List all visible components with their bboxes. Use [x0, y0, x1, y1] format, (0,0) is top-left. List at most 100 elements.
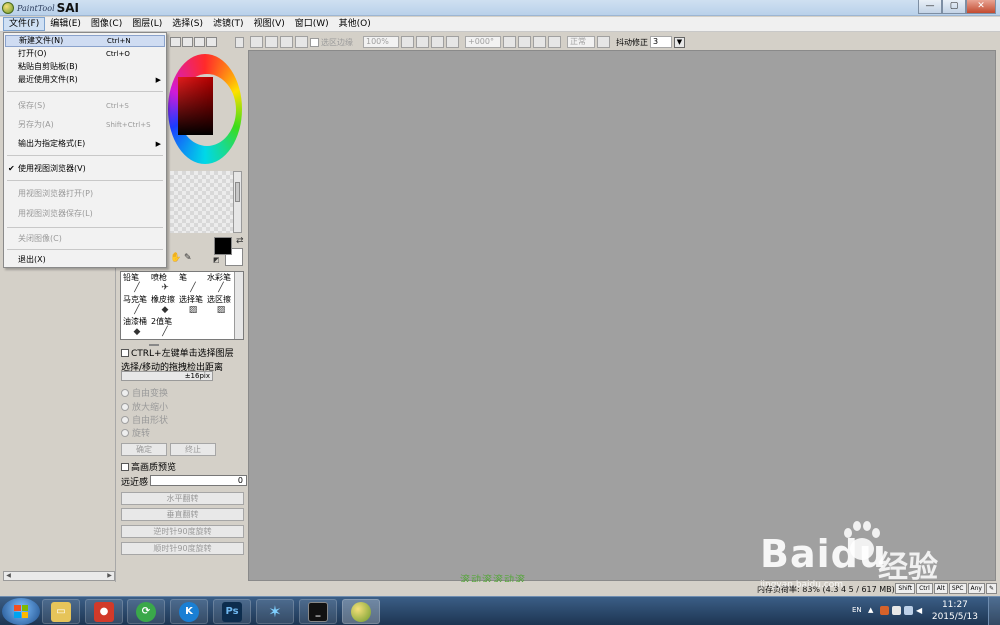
- taskbar-app-game[interactable]: ●: [85, 599, 123, 624]
- taskbar-app-explorer[interactable]: ▭: [42, 599, 80, 624]
- perspective-field[interactable]: 0: [150, 475, 247, 486]
- zoom-out-button[interactable]: [401, 36, 414, 48]
- saturation-value-square[interactable]: [178, 77, 213, 135]
- menu-viewer-save[interactable]: 用视图浏览器保存(L): [5, 208, 165, 220]
- zoom-reset-button[interactable]: [431, 36, 444, 48]
- maximize-button[interactable]: ▢: [942, 0, 966, 14]
- cancel-button[interactable]: 终止: [170, 443, 216, 456]
- hq-preview-option[interactable]: 高画质预览: [121, 460, 176, 473]
- angle-field[interactable]: +000°: [465, 36, 501, 48]
- tool-airbrush[interactable]: 喷枪 ✈: [151, 273, 179, 294]
- tool-eraser[interactable]: 橡皮擦 ◆: [151, 295, 179, 316]
- toolbar-button[interactable]: [265, 36, 278, 48]
- tool-brush[interactable]: 笔 ╱: [179, 273, 207, 294]
- rotate-ccw-button[interactable]: 逆时针90度旋转: [121, 525, 244, 538]
- language-indicator[interactable]: EN: [852, 606, 862, 614]
- tool-pencil[interactable]: 铅笔 ╱: [123, 273, 151, 294]
- taskbar-app-terminal[interactable]: _: [299, 599, 337, 624]
- navigator-scrollbar[interactable]: ◀ ▶: [3, 571, 115, 581]
- checkbox[interactable]: [121, 463, 129, 471]
- scratchpad-scrollbar[interactable]: [233, 171, 242, 233]
- rotate-cw-button[interactable]: 顺时针90度旋转: [121, 542, 244, 555]
- taskbar-app-star[interactable]: ✶: [256, 599, 294, 624]
- toolbar-button[interactable]: [280, 36, 293, 48]
- tool-watercolor[interactable]: 水彩笔 ╱: [207, 273, 235, 294]
- rotate-reset-button[interactable]: [533, 36, 546, 48]
- color-panel-toggle[interactable]: [235, 37, 244, 48]
- minimize-button[interactable]: —: [918, 0, 942, 14]
- taskbar-app-sai[interactable]: [342, 599, 380, 624]
- scale-radio[interactable]: 放大缩小: [121, 400, 168, 413]
- zoom-field[interactable]: 100%: [363, 36, 399, 48]
- taskbar-app-kugou[interactable]: K: [170, 599, 208, 624]
- start-button[interactable]: [2, 598, 40, 625]
- tool-select-pen[interactable]: 选择笔 ▨: [179, 295, 207, 316]
- rotate-right-button[interactable]: [518, 36, 531, 48]
- menu-exit[interactable]: 退出(X): [5, 254, 165, 266]
- menu-image[interactable]: 图像(C): [86, 17, 127, 31]
- palette-tab[interactable]: [206, 37, 217, 47]
- menu-file[interactable]: 文件(F): [3, 17, 46, 31]
- eyedropper-icon[interactable]: ✎: [184, 253, 192, 263]
- menu-layer[interactable]: 图层(L): [127, 17, 167, 31]
- zoom-in-button[interactable]: [416, 36, 429, 48]
- chevron-down-icon[interactable]: ▼: [674, 36, 685, 48]
- swatch-scratchpad[interactable]: [170, 171, 235, 233]
- close-button[interactable]: ✕: [966, 0, 996, 14]
- stabilizer-field[interactable]: 3: [650, 36, 672, 48]
- toolbar-button[interactable]: [295, 36, 308, 48]
- canvas-area[interactable]: [248, 50, 996, 581]
- zoom-fit-button[interactable]: [446, 36, 459, 48]
- tool-select-eraser[interactable]: 选区擦 ▨: [207, 295, 235, 316]
- swap-colors-icon[interactable]: ⇄: [236, 236, 244, 246]
- clock[interactable]: 11:27 2015/5/13: [932, 599, 978, 623]
- toolbar-button[interactable]: [250, 36, 263, 48]
- show-desktop-button[interactable]: [988, 597, 1000, 625]
- menu-recent-files[interactable]: 最近使用文件(R) ▶: [5, 74, 165, 86]
- tool-marker[interactable]: 马克笔 ╱: [123, 295, 151, 316]
- tool-grid-scrollbar[interactable]: [234, 272, 243, 339]
- hsv-slider-tab[interactable]: [194, 37, 205, 47]
- menu-close-image[interactable]: 关闭图像(C): [5, 233, 165, 245]
- network-icon[interactable]: [904, 606, 913, 615]
- menu-paste-clipboard[interactable]: 粘贴自剪贴板(B): [5, 61, 165, 73]
- rotate-left-button[interactable]: [503, 36, 516, 48]
- flip-vertical-button[interactable]: 垂直翻转: [121, 508, 244, 521]
- taskbar-app-photoshop[interactable]: Ps: [213, 599, 251, 624]
- tray-app-icon[interactable]: [880, 606, 889, 615]
- free-transform-radio[interactable]: 自由变换: [121, 386, 168, 399]
- menu-save-as[interactable]: 另存为(A) Shift+Ctrl+S: [5, 119, 165, 131]
- menu-edit[interactable]: 编辑(E): [45, 17, 86, 31]
- free-shape-radio[interactable]: 自由形状: [121, 413, 168, 426]
- flag-icon[interactable]: [892, 606, 901, 615]
- menu-filter[interactable]: 滤镜(T): [208, 17, 249, 31]
- hand-icon[interactable]: ✋: [170, 253, 181, 263]
- taskbar-app-browser[interactable]: ⟳: [127, 599, 165, 624]
- menu-open[interactable]: 打开(O) Ctrl+O: [5, 48, 165, 60]
- color-wheel-tab[interactable]: [170, 37, 181, 47]
- tool-bucket[interactable]: 油漆桶 ◆: [123, 317, 151, 338]
- ctrl-select-layer-option[interactable]: CTRL+左键单击选择图层: [121, 346, 234, 359]
- tray-up-arrow-icon[interactable]: ▲: [868, 606, 877, 615]
- menu-export[interactable]: 输出为指定格式(E) ▶: [5, 138, 165, 150]
- antialias-checkbox[interactable]: [310, 37, 319, 47]
- menu-viewer-open[interactable]: 用视图浏览器打开(P): [5, 188, 165, 200]
- scroll-right-icon[interactable]: ▶: [105, 572, 114, 580]
- rgb-slider-tab[interactable]: [182, 37, 193, 47]
- volume-icon[interactable]: ◀: [916, 606, 925, 615]
- menu-window[interactable]: 窗口(W): [290, 17, 334, 31]
- menu-view[interactable]: 视图(V): [249, 17, 290, 31]
- flip-button[interactable]: [548, 36, 561, 48]
- rotate-radio[interactable]: 旋转: [121, 426, 150, 439]
- foreground-color-swatch[interactable]: [214, 237, 232, 255]
- menu-new-file[interactable]: 新建文件(N) Ctrl+N: [5, 35, 165, 47]
- menu-save[interactable]: 保存(S) Ctrl+S: [5, 100, 165, 112]
- reset-colors-icon[interactable]: ◩: [213, 256, 220, 264]
- tool-binary-pen[interactable]: 2值笔 ╱: [151, 317, 179, 338]
- menu-other[interactable]: 其他(O): [334, 17, 376, 31]
- blend-mode-field[interactable]: 正常: [567, 36, 595, 48]
- menu-use-viewer[interactable]: ✔ 使用视图浏览器(V): [5, 163, 165, 175]
- drag-distance-slider[interactable]: ±16pix: [121, 371, 213, 381]
- mode-button[interactable]: [597, 36, 610, 48]
- scroll-left-icon[interactable]: ◀: [4, 572, 13, 580]
